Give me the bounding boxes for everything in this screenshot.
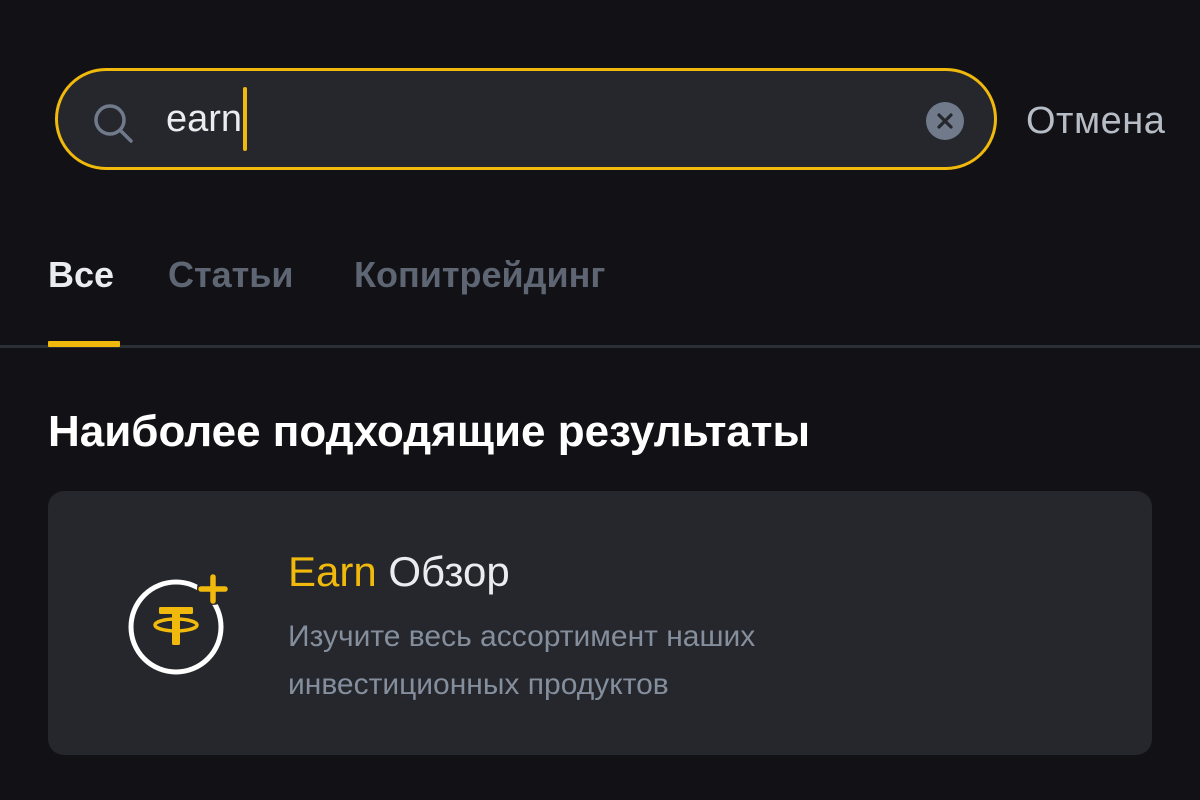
search-tabs: Все Статьи Копитрейдинг xyxy=(0,230,1200,348)
result-card-earn[interactable]: Earn Обзор Изучите весь ассортимент наши… xyxy=(48,491,1152,755)
text-caret xyxy=(243,87,248,151)
cancel-button[interactable]: Отмена xyxy=(1026,94,1165,148)
result-title: Earn Обзор xyxy=(288,543,510,601)
tab-copy-trading[interactable]: Копитрейдинг xyxy=(354,250,605,300)
section-title: Наиболее подходящие результаты xyxy=(48,407,811,456)
search-query: earn xyxy=(166,97,243,140)
tab-articles[interactable]: Статьи xyxy=(168,250,294,300)
result-title-highlight: Earn xyxy=(288,548,377,595)
result-title-rest: Обзор xyxy=(388,548,510,595)
active-tab-indicator xyxy=(48,341,120,347)
tab-all[interactable]: Все xyxy=(48,250,114,300)
search-screen: earn Отмена Все Статьи Копитрейдинг Наиб… xyxy=(0,0,1200,800)
search-input[interactable]: earn xyxy=(166,71,248,167)
clear-search-button[interactable] xyxy=(926,102,964,140)
search-bar[interactable]: earn xyxy=(55,68,997,170)
close-icon xyxy=(937,113,953,129)
tether-plus-icon xyxy=(128,573,229,675)
search-icon xyxy=(94,104,133,143)
result-description: Изучите весь ассортимент наших инвестици… xyxy=(288,620,756,701)
